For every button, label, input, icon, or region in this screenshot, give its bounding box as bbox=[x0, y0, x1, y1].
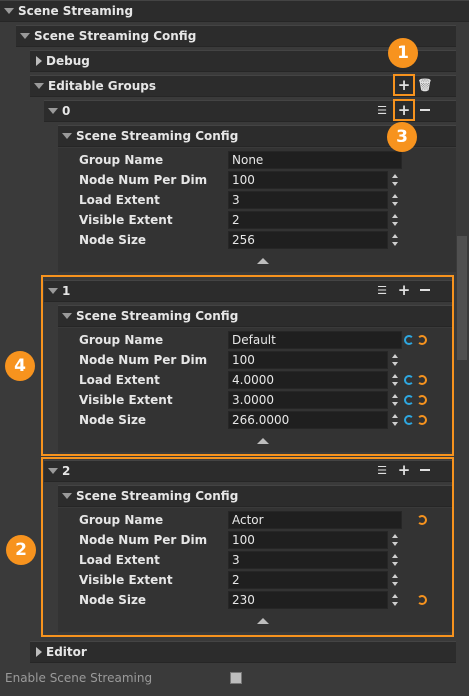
add-item-highlight bbox=[393, 99, 415, 121]
config-title: Scene Streaming Config bbox=[76, 129, 239, 143]
load-extent-label: Load Extent bbox=[79, 193, 160, 207]
remove-icon[interactable] bbox=[418, 103, 432, 117]
editable-groups-title: Editable Groups bbox=[48, 79, 157, 93]
add-group-highlight bbox=[393, 74, 415, 96]
group-name-field[interactable]: None bbox=[228, 151, 402, 169]
editor-header[interactable]: Editor bbox=[30, 641, 456, 663]
collapsed-triangle-icon[interactable] bbox=[36, 56, 42, 66]
visible-extent-field[interactable]: 2 bbox=[228, 211, 388, 229]
stepper-icon[interactable] bbox=[392, 193, 400, 207]
scene-streaming-header[interactable]: Scene Streaming bbox=[0, 0, 469, 22]
expand-triangle-icon[interactable] bbox=[62, 133, 72, 139]
group-name-label: Group Name bbox=[79, 153, 164, 167]
insert-icon[interactable]: ☰ bbox=[375, 103, 389, 117]
stepper-icon[interactable] bbox=[392, 173, 400, 187]
callout-badge-3: 3 bbox=[387, 122, 417, 152]
node-size-field[interactable]: 256 bbox=[228, 231, 388, 249]
scrollbar-thumb[interactable] bbox=[457, 236, 467, 360]
scene-streaming-title: Scene Streaming bbox=[18, 4, 134, 18]
enable-scene-streaming-label: Enable Scene Streaming bbox=[5, 671, 153, 685]
delete-icon[interactable]: 🗑 bbox=[417, 78, 432, 92]
callout-badge-2: 2 bbox=[6, 535, 36, 565]
config-title: Scene Streaming Config bbox=[34, 29, 197, 43]
stepper-icon[interactable] bbox=[392, 213, 400, 227]
expand-triangle-icon[interactable] bbox=[34, 83, 44, 89]
expand-triangle-icon[interactable] bbox=[4, 8, 14, 14]
callout-badge-4: 4 bbox=[5, 351, 35, 381]
node-num-field[interactable]: 100 bbox=[228, 171, 388, 189]
load-extent-field[interactable]: 3 bbox=[228, 191, 388, 209]
expand-triangle-icon[interactable] bbox=[48, 108, 58, 114]
callout-badge-1: 1 bbox=[388, 38, 418, 68]
enable-scene-streaming-row: Enable Scene Streaming bbox=[5, 668, 445, 688]
enable-checkbox[interactable] bbox=[230, 672, 242, 684]
editor-title: Editor bbox=[46, 645, 87, 659]
stepper-icon[interactable] bbox=[392, 233, 400, 247]
expand-triangle-icon[interactable] bbox=[20, 33, 30, 39]
node-size-label: Node Size bbox=[79, 233, 147, 247]
node-num-label: Node Num Per Dim bbox=[79, 173, 208, 187]
collapse-up-icon[interactable] bbox=[257, 258, 269, 264]
group-2-highlight bbox=[41, 457, 454, 637]
collapsed-triangle-icon[interactable] bbox=[36, 647, 42, 657]
group-index: 0 bbox=[62, 104, 71, 118]
group-1-highlight bbox=[41, 275, 454, 456]
debug-title: Debug bbox=[46, 54, 90, 68]
visible-extent-label: Visible Extent bbox=[79, 213, 173, 227]
